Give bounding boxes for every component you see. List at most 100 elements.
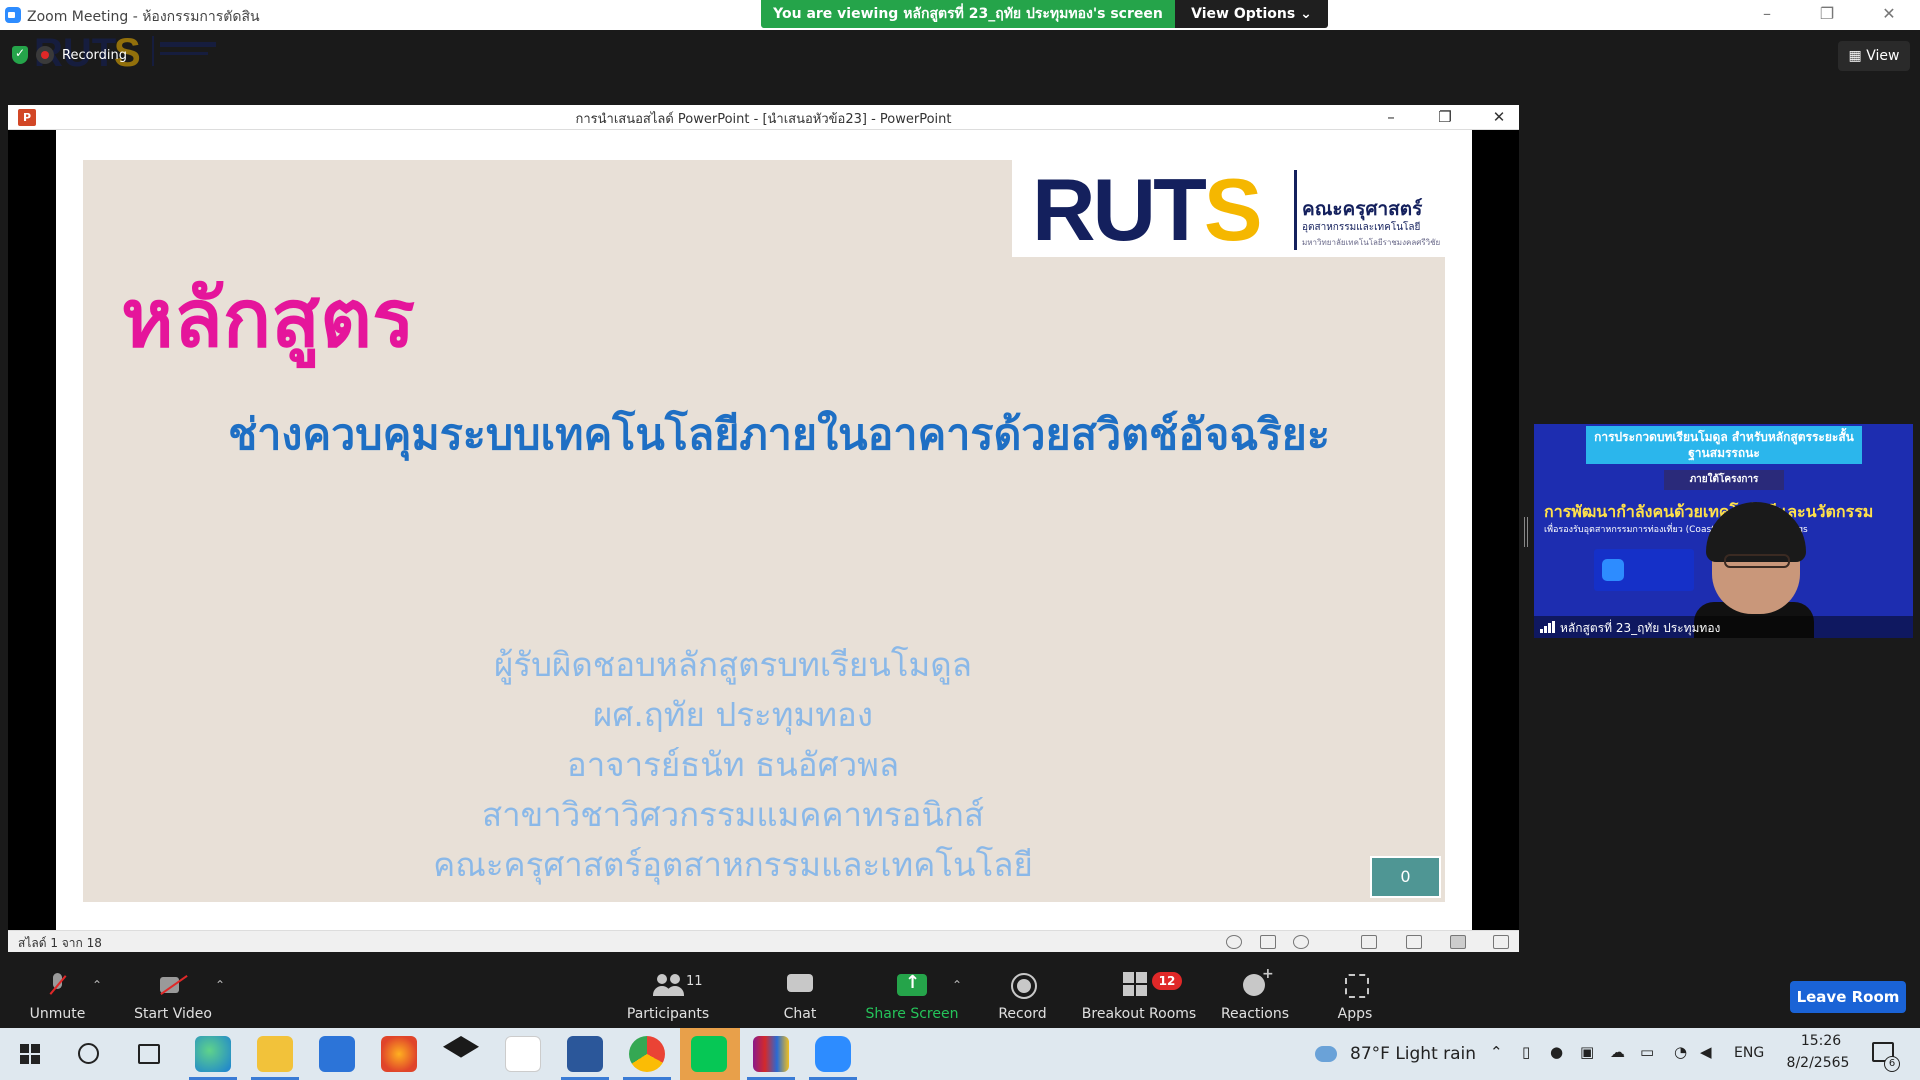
slide-status: สไลด์ 1 จาก 18 (18, 936, 102, 950)
clock-time[interactable]: 15:26 (1786, 1033, 1856, 1049)
close-icon[interactable]: ✕ (1866, 0, 1912, 30)
record-button[interactable]: Record (990, 962, 1055, 1028)
task-view-icon[interactable] (138, 1044, 160, 1064)
video-off-icon (158, 972, 188, 998)
ppt-close-icon[interactable]: ✕ (1479, 105, 1519, 130)
view-button[interactable]: ▦ View (1838, 41, 1910, 71)
reactions-label: Reactions (1220, 1006, 1290, 1022)
mail-icon[interactable] (319, 1036, 355, 1072)
device-icon[interactable]: ▯ (1522, 1043, 1530, 1061)
share-options-caret[interactable]: ⌃ (952, 978, 962, 992)
stage-letterbox-right (1472, 130, 1519, 930)
participants-label: Participants (626, 1006, 710, 1022)
panel-resize-handle[interactable] (1524, 517, 1528, 547)
winrar-icon[interactable] (753, 1036, 789, 1072)
zoom-window-title: Zoom Meeting - ห้องกรรมการตัดสิน (27, 9, 260, 25)
chat-button[interactable]: Chat (770, 962, 830, 1028)
university-name: มหาวิทยาลัยเทคโนโลยีราชมงคลศรีวิชัย (1302, 238, 1441, 247)
participants-icon (653, 972, 683, 998)
person-hair (1706, 502, 1806, 562)
search-icon[interactable] (78, 1043, 99, 1064)
apps-icon (1340, 972, 1370, 998)
windows-start-icon[interactable] (20, 1044, 40, 1064)
faculty-subtitle: อุตสาหกรรมและเทคโนโลยี (1302, 222, 1421, 233)
camera-tray-icon[interactable]: ▣ (1580, 1043, 1594, 1061)
start-video-label: Start Video (134, 1006, 212, 1022)
line-icon[interactable] (691, 1036, 727, 1072)
minimize-icon[interactable]: – (1744, 0, 1790, 30)
start-video-button[interactable]: Start Video (125, 962, 221, 1028)
reactions-button[interactable]: Reactions (1218, 962, 1292, 1028)
record-dot-icon (36, 46, 54, 64)
zoom-app-icon (5, 7, 21, 23)
powerpoint-titlebar: การนำเสนอสไลด์ PowerPoint - [นำเสนอหัวข้… (8, 105, 1519, 130)
ppt-minimize-icon[interactable]: – (1371, 105, 1411, 130)
powerpoint-icon: P (18, 109, 36, 126)
edge-icon[interactable] (195, 1036, 231, 1072)
slide[interactable]: RUTS คณะครุศาสตร์ อุตสาหกรรมและเทคโนโลยี… (83, 160, 1445, 902)
previous-slide-icon[interactable] (1226, 935, 1242, 949)
slideshow-icon[interactable] (1493, 935, 1509, 949)
ruts-logo-wordmark: RUTS (1032, 164, 1263, 256)
microphone-tray-icon[interactable]: ● (1550, 1043, 1563, 1061)
normal-view-icon[interactable] (1361, 935, 1377, 949)
chrome-icon[interactable] (629, 1036, 665, 1072)
reactions-icon (1240, 966, 1274, 998)
breakout-rooms-button[interactable]: Breakout Rooms (1080, 962, 1198, 1028)
slide-menu-icon[interactable] (1260, 935, 1276, 949)
zoom-logo-icon (1602, 559, 1624, 581)
powerpoint-title: การนำเสนอสไลด์ PowerPoint - [นำเสนอหัวข้… (575, 112, 952, 127)
ppt-restore-icon[interactable]: ❐ (1425, 105, 1465, 130)
dropbox-icon[interactable] (443, 1036, 479, 1058)
weather-text[interactable]: 87°F Light rain (1350, 1044, 1476, 1064)
breakout-rooms-label: Breakout Rooms (1081, 1006, 1197, 1022)
credits-block: ผู้รับผิดชอบหลักสูตรบทเรียนโมดูล ผศ.ฤทัย… (323, 640, 1143, 890)
slide-counter-box: 0 (1370, 856, 1441, 898)
firefox-icon[interactable] (381, 1036, 417, 1072)
onedrive-icon[interactable]: ☁ (1610, 1043, 1625, 1061)
file-explorer-icon[interactable] (257, 1036, 293, 1072)
share-screen-icon (897, 972, 927, 998)
chat-label: Chat (783, 1006, 817, 1022)
share-screen-label: Share Screen (865, 1006, 959, 1022)
apps-button[interactable]: Apps (1325, 962, 1385, 1028)
shield-icon (12, 46, 28, 64)
participant-name: หลักสูตรที่ 23_ฤทัย ประทุมทอง (1560, 621, 1721, 635)
unmute-label: Unmute (29, 1006, 86, 1022)
battery-icon[interactable]: ▭ (1640, 1043, 1654, 1061)
chevron-up-icon[interactable]: ⌃ (1490, 1043, 1503, 1061)
video-options-caret[interactable]: ⌃ (215, 978, 225, 992)
ruts-logo: RUTS คณะครุศาสตร์ อุตสาหกรรมและเทคโนโลยี… (1012, 160, 1445, 257)
view-options-button[interactable]: View Options ⌄ (1175, 0, 1328, 28)
volume-icon[interactable]: ◀ (1700, 1043, 1712, 1061)
weather-icon[interactable] (1315, 1046, 1337, 1062)
restore-icon[interactable]: ❐ (1804, 0, 1850, 30)
recording-indicator[interactable]: Recording (12, 44, 127, 66)
slide-heading: หลักสูตร (121, 272, 415, 365)
reading-view-icon[interactable] (1450, 935, 1466, 949)
credit-line: สาขาวิชาวิศวกรรมแมคคาทรอนิกส์ (481, 795, 985, 834)
unmute-button[interactable]: Unmute (20, 962, 95, 1028)
meeting-toolbar: Unmute ⌃ Start Video ⌃ Participants 11 C… (0, 962, 1920, 1028)
share-screen-button[interactable]: Share Screen (862, 962, 962, 1028)
participant-video-tile[interactable]: การประกวดบทเรียนโมดูล สำหรับหลักสูตรระยะ… (1534, 424, 1913, 638)
amazon-icon[interactable] (505, 1036, 541, 1072)
wifi-icon[interactable]: ◔ (1674, 1043, 1687, 1061)
audio-options-caret[interactable]: ⌃ (92, 978, 102, 992)
record-label: Record (998, 1006, 1047, 1022)
ruts-logo-rut: RUT (1032, 160, 1207, 259)
word-icon[interactable] (567, 1036, 603, 1072)
logo-divider (1294, 170, 1297, 250)
participants-button[interactable]: Participants (618, 962, 718, 1028)
next-slide-icon[interactable] (1293, 935, 1309, 949)
clock-date[interactable]: 8/2/2565 (1778, 1055, 1858, 1071)
input-language[interactable]: ENG (1734, 1045, 1764, 1061)
powerpoint-statusbar: สไลด์ 1 จาก 18 (8, 930, 1519, 952)
chat-icon (785, 972, 815, 998)
participant-name-bar: หลักสูตรที่ 23_ฤทัย ประทุมทอง (1534, 616, 1913, 638)
video-banner-project: ภายใต้โครงการ (1664, 470, 1784, 490)
leave-room-button[interactable]: Leave Room (1790, 981, 1906, 1013)
credit-line: คณะครุศาสตร์อุตสาหกรรมและเทคโนโลยี (433, 845, 1033, 884)
slide-sorter-icon[interactable] (1406, 935, 1422, 949)
zoom-taskbar-icon[interactable] (815, 1036, 851, 1072)
